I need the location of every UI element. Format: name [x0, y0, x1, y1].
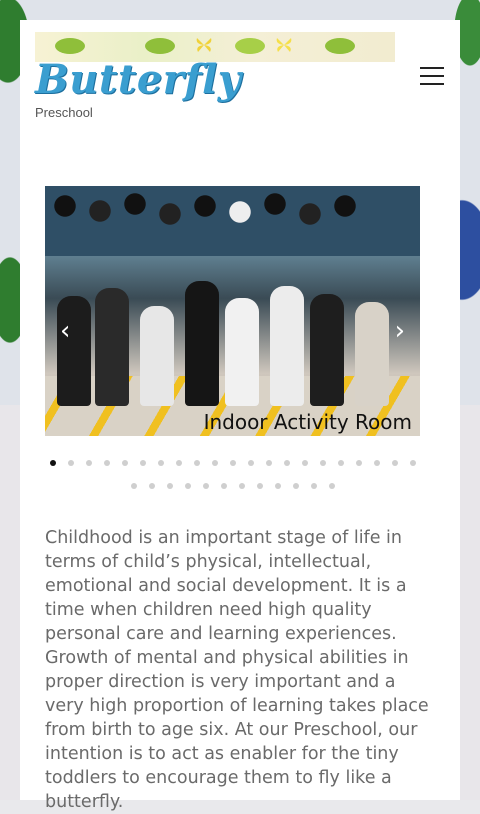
slider-dot[interactable] [121, 460, 128, 466]
slider-dot[interactable] [220, 483, 227, 489]
slider-dot[interactable] [256, 483, 263, 489]
slider-dot[interactable] [211, 460, 218, 466]
slider-dot[interactable] [292, 483, 299, 489]
chevron-left-icon[interactable]: ‹ [60, 318, 70, 344]
slider-dot[interactable] [67, 460, 74, 466]
slider-dot[interactable] [229, 460, 236, 466]
slider-dot[interactable] [328, 483, 335, 489]
logo-subtitle: Preschool [35, 105, 93, 120]
logo-title[interactable]: Butterfly [35, 56, 242, 103]
slider-dot[interactable] [337, 460, 344, 466]
slider-pagination [45, 460, 420, 489]
slider-dot[interactable] [157, 460, 164, 466]
slider-dot[interactable] [130, 483, 137, 489]
slider-dot[interactable] [391, 460, 398, 466]
menu-bar [420, 67, 444, 69]
slider-dot[interactable] [139, 460, 146, 466]
slider-dot[interactable] [373, 460, 380, 466]
slider-dot[interactable] [193, 460, 200, 466]
balloon-wall [45, 186, 420, 256]
slider-dot[interactable] [310, 483, 317, 489]
slider-dot[interactable] [247, 460, 254, 466]
slider-dot[interactable] [166, 483, 173, 489]
slider-dot[interactable] [409, 460, 416, 466]
page-container: Butterfly Preschool Indoor Activity Room… [20, 20, 460, 812]
intro-paragraph: Childhood is an important stage of life … [45, 528, 429, 812]
slider-dot[interactable] [301, 460, 308, 466]
hamburger-menu-icon[interactable] [420, 67, 444, 85]
slider-dot[interactable] [184, 483, 191, 489]
slider-dot[interactable] [175, 460, 182, 466]
image-slider[interactable]: Indoor Activity Room ‹ › [45, 186, 420, 436]
slider-dot[interactable] [202, 483, 209, 489]
slide-caption: Indoor Activity Room [203, 410, 412, 434]
slider-dot[interactable] [103, 460, 110, 466]
slider-dot[interactable] [274, 483, 281, 489]
menu-bar [420, 83, 444, 85]
slider-dot[interactable] [355, 460, 362, 466]
slider-dot[interactable] [265, 460, 272, 466]
slider-dot[interactable] [148, 483, 155, 489]
chevron-right-icon[interactable]: › [395, 318, 405, 344]
slider-dot[interactable] [283, 460, 290, 466]
site-header: Butterfly Preschool [20, 20, 460, 140]
slider-dot[interactable] [238, 483, 245, 489]
slider-dot[interactable] [85, 460, 92, 466]
slider-dot[interactable] [49, 460, 56, 466]
slider-dot[interactable] [319, 460, 326, 466]
menu-bar [420, 75, 444, 77]
